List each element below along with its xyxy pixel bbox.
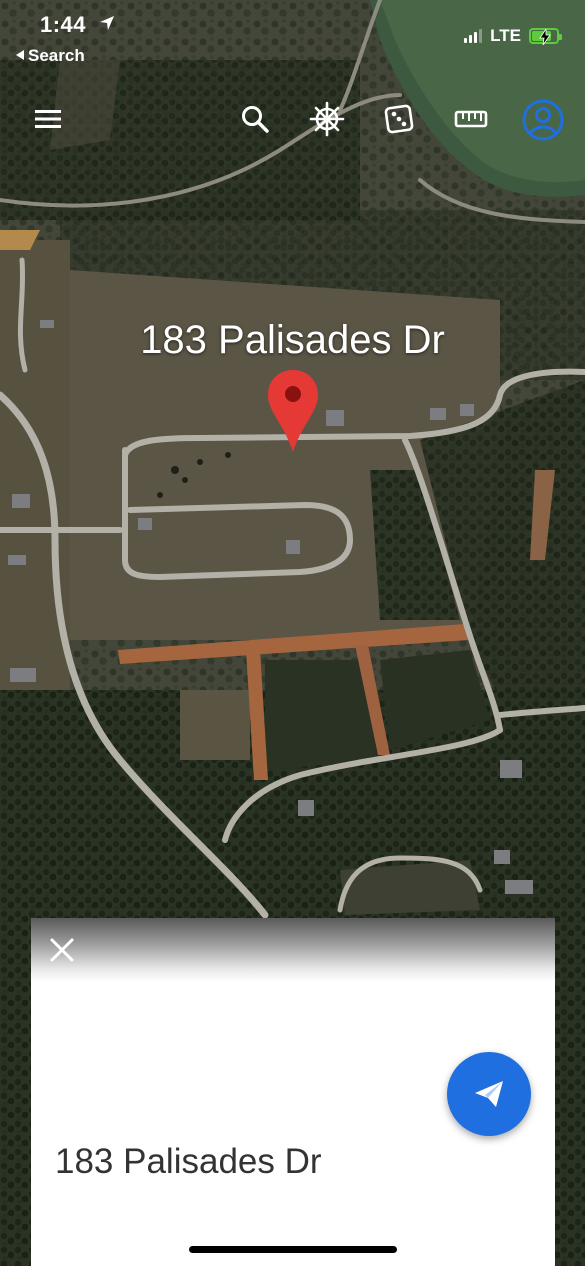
network-type: LTE	[490, 26, 521, 45]
back-label: Search	[28, 46, 85, 65]
measure-button[interactable]	[450, 98, 492, 140]
voyager-button[interactable]	[306, 98, 348, 140]
search-button[interactable]	[234, 98, 276, 140]
feeling-lucky-button[interactable]	[378, 98, 420, 140]
close-icon[interactable]	[47, 935, 77, 965]
back-to-search-link[interactable]: Search	[16, 46, 85, 66]
feeling-lucky-dice-icon	[384, 104, 414, 134]
menu-icon	[35, 110, 61, 128]
account-button[interactable]	[520, 97, 566, 143]
measure-ruler-icon	[454, 110, 488, 128]
charging-bolt-icon	[539, 29, 551, 45]
map-pin-icon[interactable]	[266, 368, 320, 454]
location-arrow-icon	[100, 16, 114, 30]
back-arrow-icon	[16, 50, 24, 60]
search-icon	[242, 106, 269, 133]
menu-button[interactable]	[27, 98, 69, 140]
card-header	[31, 918, 555, 982]
share-fab-button[interactable]	[447, 1052, 531, 1136]
battery-icon	[529, 28, 562, 45]
app-screen: 1:44 Search LTE 183 Palisades Dr 183 Pal…	[0, 0, 585, 1266]
status-time: 1:44	[40, 12, 87, 37]
account-icon	[522, 99, 564, 141]
cell-signal-icon	[464, 29, 483, 43]
map-place-label: 183 Palisades Dr	[140, 318, 445, 362]
voyager-wheel-icon	[309, 101, 345, 137]
card-title: 183 Palisades Dr	[55, 1142, 322, 1181]
status-indicators: LTE	[464, 26, 562, 46]
home-indicator[interactable]	[189, 1246, 397, 1253]
send-plane-icon	[475, 1081, 503, 1107]
